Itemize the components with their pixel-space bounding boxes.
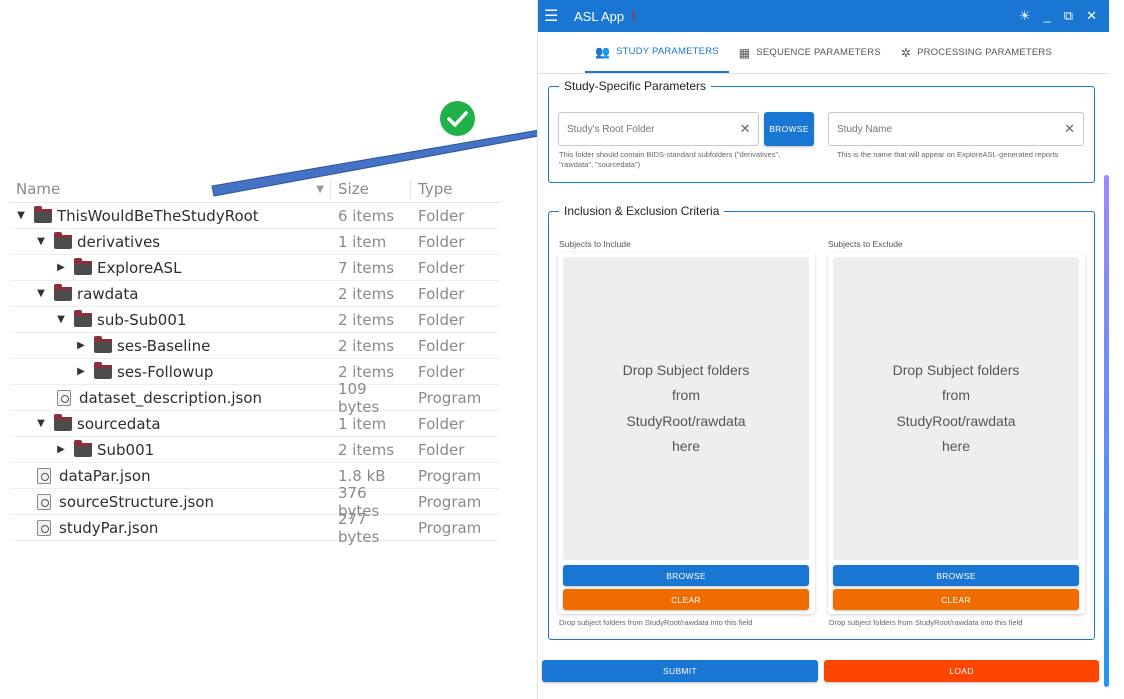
cog-ring-icon: ✲ xyxy=(900,45,912,60)
exclude-clear-button[interactable]: CLEAR xyxy=(833,589,1079,610)
arrow-shape xyxy=(211,116,561,197)
include-clear-button[interactable]: CLEAR xyxy=(563,589,809,610)
include-helper: Drop subject folders from StudyRoot/rawd… xyxy=(559,618,753,627)
theme-toggle-icon[interactable]: ☀ xyxy=(1019,8,1031,24)
tab-processing-parameters[interactable]: ✲ PROCESSING PARAMETERS xyxy=(891,32,1062,73)
include-browse-button[interactable]: BROWSE xyxy=(563,565,809,586)
people-icon: 👥 xyxy=(594,44,611,59)
clear-study-name-icon[interactable]: ✕ xyxy=(1056,121,1083,137)
exclude-browse-button[interactable]: BROWSE xyxy=(833,565,1079,586)
parameter-tabs: 👥 STUDY PARAMETERS ▦ SEQUENCE PARAMETERS… xyxy=(538,32,1109,74)
include-label: Subjects to Include xyxy=(559,239,631,249)
checkmark-badge xyxy=(440,101,475,136)
app-title: ASL App xyxy=(574,8,625,24)
study-root-folder-field[interactable]: ✕ xyxy=(558,112,759,146)
title-bar: ☰ ASL App ⌇ ☀ _ ⧉ ✕ xyxy=(538,0,1109,32)
grid-icon: ▦ xyxy=(738,45,751,60)
close-icon[interactable]: ✕ xyxy=(1086,8,1097,24)
hamburger-menu-icon[interactable]: ☰ xyxy=(544,6,562,26)
browse-root-folder-button[interactable]: BROWSE xyxy=(764,112,814,146)
asl-app-window: ☰ ASL App ⌇ ☀ _ ⧉ ✕ 👥 STUDY PARAMETERS ▦… xyxy=(537,0,1109,699)
study-name-input[interactable] xyxy=(837,123,1057,135)
study-name-helper: This is the name that will appear on Exp… xyxy=(837,150,1059,159)
exclude-helper: Drop subject folders from StudyRoot/rawd… xyxy=(829,618,1023,627)
clear-root-folder-icon[interactable]: ✕ xyxy=(732,121,758,137)
exclude-label: Subjects to Exclude xyxy=(828,239,903,249)
section-legend: Study-Specific Parameters xyxy=(564,79,707,93)
tab-sequence-parameters[interactable]: ▦ SEQUENCE PARAMETERS xyxy=(729,32,891,73)
section-legend: Inclusion & Exclusion Criteria xyxy=(564,204,720,218)
study-name-field[interactable]: ✕ xyxy=(828,112,1084,146)
minimize-icon[interactable]: _ xyxy=(1044,8,1051,24)
scrollbar[interactable] xyxy=(1104,175,1109,687)
checkmark-icon xyxy=(447,111,468,127)
root-folder-helper: This folder should contain BIDS-standard… xyxy=(559,150,781,169)
load-button[interactable]: LOAD xyxy=(824,660,1099,682)
submit-button[interactable]: SUBMIT xyxy=(542,660,818,682)
app-logo-icon: ⌇ xyxy=(630,7,637,24)
maximize-icon[interactable]: ⧉ xyxy=(1064,8,1073,24)
exclude-dropzone[interactable]: Drop Subject folders from StudyRoot/rawd… xyxy=(833,257,1079,560)
tab-study-parameters[interactable]: 👥 STUDY PARAMETERS xyxy=(584,32,729,73)
study-root-folder-input[interactable] xyxy=(567,123,733,135)
include-dropzone[interactable]: Drop Subject folders from StudyRoot/rawd… xyxy=(563,257,809,560)
